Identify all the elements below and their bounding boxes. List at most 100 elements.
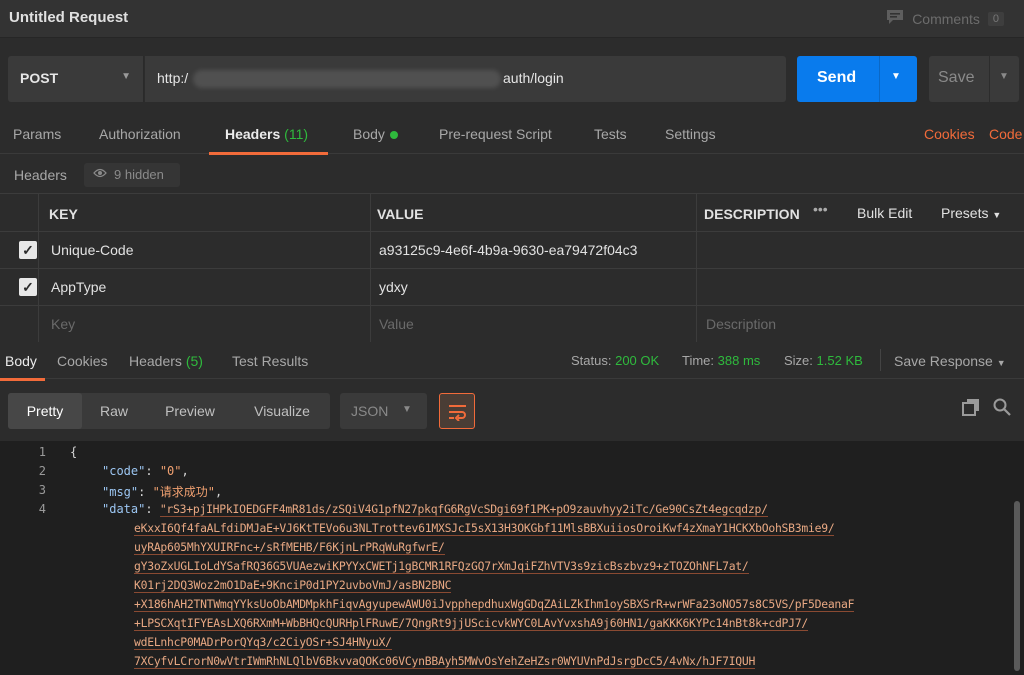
send-button[interactable]: Send ▼ (797, 56, 917, 102)
chevron-down-icon: ▼ (992, 210, 1002, 220)
view-preview-button[interactable]: Preview (146, 393, 234, 429)
tab-authorization[interactable]: Authorization (99, 126, 181, 154)
view-mode-group: Pretty Raw Preview Visualize (8, 393, 330, 429)
header-key-cell: Unique-Code (51, 242, 134, 258)
checkbox-checked-icon[interactable]: ✓ (19, 241, 37, 259)
view-visualize-button[interactable]: Visualize (234, 393, 330, 429)
comments-count-badge: 0 (987, 11, 1004, 26)
table-cell: DESCRIPTION ••• Bulk Edit Presets ▼ (697, 194, 1024, 231)
method-value: POST (20, 70, 59, 86)
redacted-url-segment (193, 70, 501, 88)
json-string: "请求成功" (152, 485, 216, 499)
column-header-key: KEY (49, 206, 78, 222)
response-tab-test-results[interactable]: Test Results (232, 353, 308, 369)
code-line: "data": "rS3+pjIHPkIOEDGFF4mR81ds/zSQiV4… (102, 502, 768, 517)
table-cell: KEY (39, 194, 371, 231)
checkbox-checked-icon[interactable]: ✓ (19, 278, 37, 296)
header-description-cell[interactable] (697, 269, 1024, 305)
url-bar: POST ▼ http:/ auth/login Send ▼ Save ▼ (0, 38, 1024, 118)
view-pretty-button[interactable]: Pretty (8, 393, 82, 429)
json-string-continuation: +X186hAH2TNTWmqYYksUoObAMDMpkhFiqvAgyupe… (134, 597, 855, 612)
search-icon[interactable] (993, 398, 1011, 419)
table-row: ✓ Unique-Code a93125c9-4e6f-4b9a-9630-ea… (0, 232, 1024, 269)
column-header-value: VALUE (377, 206, 424, 222)
comments-label: Comments (912, 10, 980, 27)
body-indicator-dot (389, 131, 398, 140)
more-options-icon[interactable]: ••• (813, 201, 828, 217)
json-string-continuation: gY3oZxUGLIoLdYSafRQ36G5VUAezwiKPYYxCWETj… (134, 559, 749, 574)
save-options-chevron-icon[interactable]: ▼ (999, 71, 1009, 82)
url-input[interactable]: http:/ auth/login (145, 56, 786, 102)
key-placeholder: Key (51, 316, 76, 332)
view-raw-button[interactable]: Raw (82, 393, 146, 429)
time-value: 388 ms (717, 353, 761, 368)
tab-body[interactable]: Body (353, 126, 398, 154)
json-string-continuation: +LPSCXqtIFYEAsLXQ6RXmM+WbBHQcQURHplFRuwE… (134, 616, 808, 631)
tab-tests[interactable]: Tests (594, 126, 627, 154)
tab-headers[interactable]: Headers (11) (208, 126, 329, 155)
copy-icon[interactable] (962, 398, 980, 419)
response-tab-body[interactable]: Body (0, 353, 45, 381)
vertical-scrollbar[interactable] (1014, 501, 1020, 671)
table-row: ✓ AppType ydxy (0, 269, 1024, 306)
chevron-down-icon: ▼ (402, 404, 412, 415)
tab-settings[interactable]: Settings (665, 126, 716, 154)
hidden-headers-label: 9 hidden (114, 167, 164, 182)
time-indicator: Time: 388 ms (682, 353, 760, 368)
response-tab-cookies[interactable]: Cookies (57, 353, 108, 369)
headers-section-label: Headers (14, 167, 67, 183)
save-button[interactable]: Save ▼ (929, 56, 1019, 102)
format-select[interactable]: JSON ▼ (340, 393, 427, 429)
json-key: "data" (102, 502, 146, 516)
comment-icon (886, 9, 904, 28)
new-description-input[interactable]: Description (697, 306, 1024, 342)
line-number: 2 (38, 464, 46, 478)
table-cell[interactable]: ydxy (371, 269, 697, 305)
json-string: "rS3+pjIHPkIOEDGFF4mR81ds/zSQiV4G1pfN27p… (159, 502, 768, 517)
tab-prerequest-script[interactable]: Pre-request Script (439, 126, 552, 154)
size-label: Size: (784, 353, 813, 368)
response-body-code[interactable]: 1 2 3 4 { "code": "0", "msg": "请求成功", "d… (0, 441, 1024, 675)
table-cell[interactable]: AppType (39, 269, 371, 305)
json-string-continuation: K01rj2DQ3Woz2mO1DaE+9KnciP0d1PY2uvboVmJ/… (134, 578, 452, 593)
save-response-dropdown[interactable]: Save Response ▼ (894, 353, 1006, 369)
cookies-link[interactable]: Cookies (924, 126, 975, 154)
tab-body-label: Body (353, 126, 385, 142)
url-prefix: http:/ (157, 70, 189, 86)
status-value: 200 OK (615, 353, 660, 368)
new-key-input[interactable]: Key (39, 306, 371, 342)
response-view-bar: Pretty Raw Preview Visualize JSON ▼ (0, 379, 1024, 441)
url-suffix: auth/login (503, 70, 564, 86)
new-value-input[interactable]: Value (371, 306, 697, 342)
headers-table: KEY VALUE DESCRIPTION ••• Bulk Edit Pres… (0, 193, 1024, 342)
divider (880, 349, 881, 371)
table-cell[interactable]: a93125c9-4e6f-4b9a-9630-ea79472f04c3 (371, 232, 697, 268)
code-line: "msg": "请求成功", (102, 485, 223, 499)
line-number: 4 (38, 502, 46, 516)
wrap-lines-button[interactable] (439, 393, 475, 429)
divider (879, 56, 880, 102)
presets-label: Presets (941, 205, 989, 221)
bulk-edit-link[interactable]: Bulk Edit (857, 205, 912, 221)
send-options-chevron-icon[interactable]: ▼ (891, 71, 901, 82)
description-placeholder: Description (706, 316, 777, 332)
comments-button[interactable]: Comments 0 (886, 9, 1004, 28)
request-title[interactable]: Untitled Request (9, 9, 128, 26)
json-string-continuation: uyRAp605MhYXUIRFnc+/sRfMEHB/F6KjnLrPRqWu… (134, 540, 445, 555)
header-value-cell: ydxy (379, 279, 408, 295)
table-cell (0, 306, 39, 342)
eye-icon (93, 168, 107, 181)
tab-params[interactable]: Params (13, 126, 61, 154)
code-link[interactable]: Code (989, 126, 1022, 154)
response-tab-headers[interactable]: Headers (5) (129, 353, 203, 369)
hidden-headers-toggle[interactable]: 9 hidden (84, 163, 180, 187)
status-indicator: Status: 200 OK (571, 353, 659, 368)
header-description-cell[interactable] (697, 232, 1024, 268)
table-cell[interactable]: Unique-Code (39, 232, 371, 268)
method-select[interactable]: POST ▼ (8, 56, 144, 102)
presets-dropdown[interactable]: Presets ▼ (941, 205, 1001, 221)
line-number-gutter: 1 2 3 4 (0, 441, 56, 675)
status-label: Status: (571, 353, 612, 368)
wrap-lines-icon (449, 405, 466, 421)
response-headers-count: (5) (185, 353, 203, 369)
